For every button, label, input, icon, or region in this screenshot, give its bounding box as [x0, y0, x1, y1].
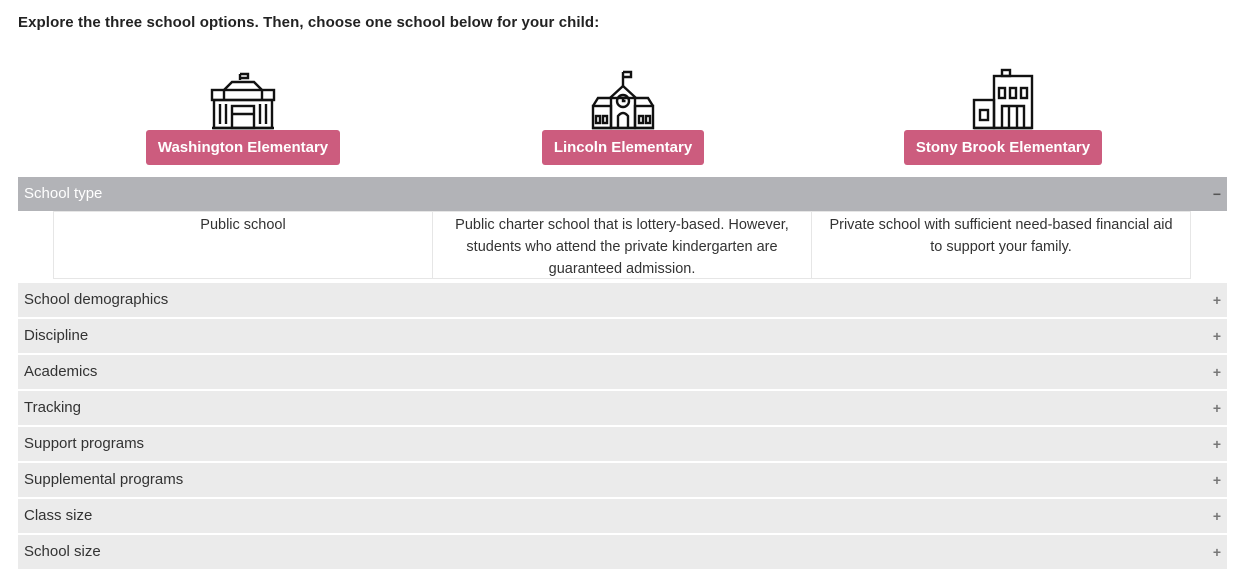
section-body-school-type: Public school Public charter school that…: [18, 211, 1227, 281]
section-title: Class size: [24, 507, 93, 524]
washington-elementary-button[interactable]: Washington Elementary: [145, 130, 341, 165]
section-header-school-size[interactable]: School size +: [18, 535, 1227, 569]
section-header-academics[interactable]: Academics +: [18, 355, 1227, 389]
school-option-lincoln: Lincoln Elementary: [433, 64, 813, 166]
comparison-accordion: School type − Public school Public chart…: [18, 177, 1227, 571]
collapse-icon[interactable]: −: [1213, 177, 1221, 211]
government-building-icon: [207, 64, 279, 130]
section-header-tracking[interactable]: Tracking +: [18, 391, 1227, 425]
expand-icon[interactable]: +: [1213, 463, 1221, 497]
lincoln-elementary-button[interactable]: Lincoln Elementary: [541, 130, 705, 165]
section-title: School size: [24, 543, 101, 560]
expand-icon[interactable]: +: [1213, 355, 1221, 389]
schoolhouse-clock-icon: [587, 64, 659, 130]
school-option-washington: Washington Elementary: [53, 64, 433, 166]
cell-washington: Public school: [53, 211, 433, 279]
cell-lincoln: Public charter school that is lottery-ba…: [432, 211, 812, 279]
section-header-class-size[interactable]: Class size +: [18, 499, 1227, 533]
expand-icon[interactable]: +: [1213, 319, 1221, 353]
section-title: Discipline: [24, 327, 89, 344]
expand-icon[interactable]: +: [1213, 499, 1221, 533]
section-title: Academics: [24, 363, 98, 380]
expand-icon[interactable]: +: [1213, 283, 1221, 317]
section-header-supplemental-programs[interactable]: Supplemental programs +: [18, 463, 1227, 497]
section-title: Supplemental programs: [24, 471, 184, 488]
section-header-discipline[interactable]: Discipline +: [18, 319, 1227, 353]
stony-brook-elementary-button[interactable]: Stony Brook Elementary: [903, 130, 1103, 165]
school-options: Washington Elementary Lincoln Elementary…: [53, 64, 1193, 166]
expand-icon[interactable]: +: [1213, 535, 1221, 569]
expand-icon[interactable]: +: [1213, 391, 1221, 425]
expand-icon[interactable]: +: [1213, 427, 1221, 461]
section-title: Support programs: [24, 435, 145, 452]
section-title: School type: [24, 185, 103, 202]
instruction-text: Explore the three school options. Then, …: [18, 14, 600, 31]
section-header-school-demographics[interactable]: School demographics +: [18, 283, 1227, 317]
section-title: Tracking: [24, 399, 81, 416]
school-type-cells: Public school Public charter school that…: [53, 211, 1193, 279]
school-option-stony-brook: Stony Brook Elementary: [813, 64, 1193, 166]
section-title: School demographics: [24, 291, 169, 308]
school-choice-page: Explore the three school options. Then, …: [0, 0, 1244, 582]
office-building-icon: [967, 64, 1039, 130]
cell-stony-brook: Private school with sufficient need-base…: [811, 211, 1191, 279]
section-header-school-type[interactable]: School type −: [18, 177, 1227, 211]
section-header-support-programs[interactable]: Support programs +: [18, 427, 1227, 461]
